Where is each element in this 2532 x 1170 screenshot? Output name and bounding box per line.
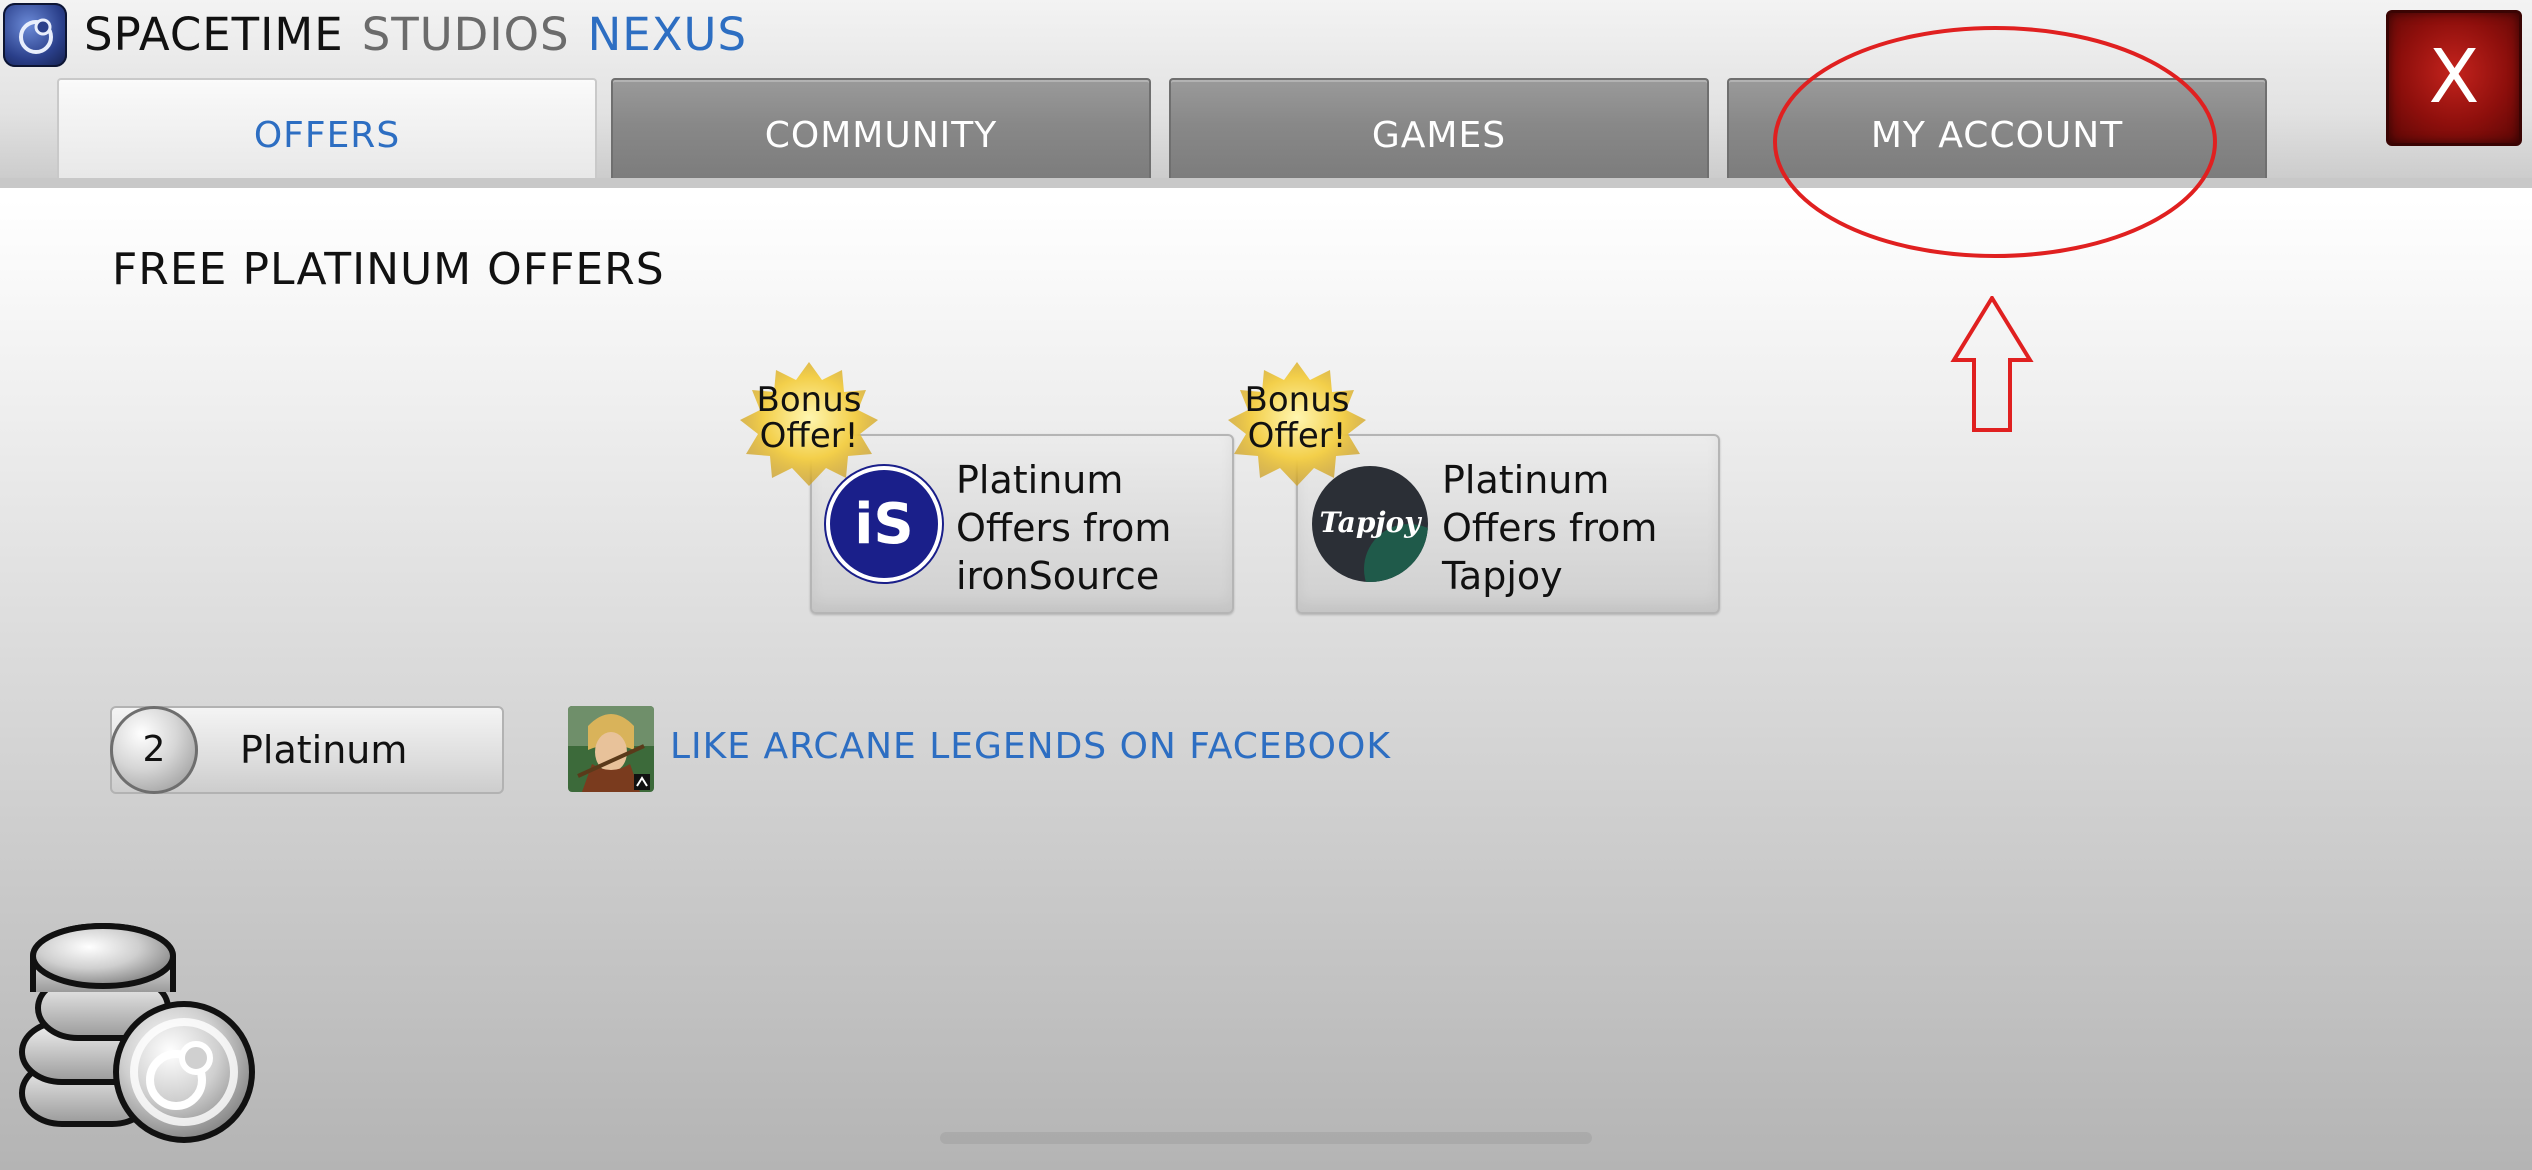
home-indicator[interactable] [940,1132,1592,1144]
offer-text-line: Offers from [1442,506,1658,550]
annotation-arrow-icon [1950,296,2034,432]
app-title-spacetime: SPACETIME [84,8,344,61]
app-title: SPACETIME STUDIOS NEXUS [84,8,747,61]
bonus-text-line: Offer! [759,416,859,456]
annotation-ellipse [1773,26,2217,258]
offer-text-line: ironSource [956,554,1160,598]
bonus-offer-text: Bonus Offer! [1222,382,1372,454]
tab-community[interactable]: COMMUNITY [611,78,1151,180]
app-title-studios: STUDIOS [361,8,570,61]
tab-games[interactable]: GAMES [1169,78,1709,180]
bonus-offer-text: Bonus Offer! [734,382,884,454]
offer-text-line: Offers from [956,506,1172,550]
platinum-label: Platinum [240,728,408,772]
platinum-balance: 2 Platinum [110,706,504,794]
facebook-like-link[interactable]: LIKE ARCANE LEGENDS ON FACEBOOK [670,726,1391,767]
offer-text-line: Tapjoy [1442,554,1563,598]
bonus-offer-badge: Bonus Offer! [1222,358,1372,488]
offer-ironsource-text: Platinum Offers from ironSource [956,456,1226,600]
offer-text-line: Platinum [1442,458,1610,502]
offer-tapjoy-text: Platinum Offers from Tapjoy [1442,456,1712,600]
tab-offers[interactable]: OFFERS [57,78,597,188]
arcane-legends-game-icon[interactable] [568,706,654,792]
platinum-coins-stack-icon [19,923,255,1143]
bonus-offer-badge: Bonus Offer! [734,358,884,488]
offer-text-line: Platinum [956,458,1124,502]
section-title: FREE PLATINUM OFFERS [112,244,665,295]
bonus-text-line: Bonus [756,380,862,420]
nexus-logo-icon [3,3,67,67]
tapjoy-logo-text: Tapjoy [1319,506,1421,539]
app-title-nexus: NEXUS [587,8,748,61]
platinum-coin-icon: 2 [110,706,198,794]
bonus-text-line: Bonus [1244,380,1350,420]
close-button[interactable]: X [2386,10,2522,146]
ironsource-logo-text: iS [854,492,914,557]
bonus-text-line: Offer! [1247,416,1347,456]
